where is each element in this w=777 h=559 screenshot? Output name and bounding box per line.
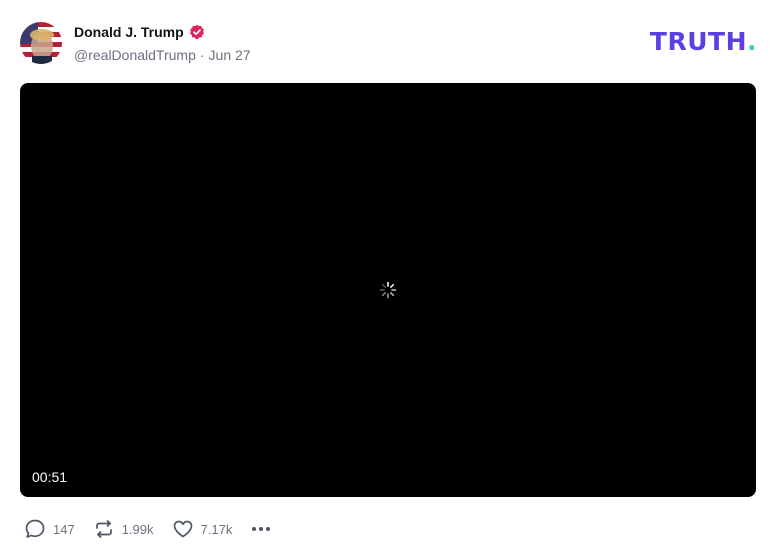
truth-logo[interactable]: TRUTH. xyxy=(650,29,757,55)
retruth-count: 1.99k xyxy=(121,521,154,537)
retruth-button[interactable]: 1.99k xyxy=(93,518,154,540)
logo-text: TRUTH xyxy=(649,27,747,56)
retruth-icon xyxy=(95,520,112,538)
reply-count: 147 xyxy=(53,521,75,537)
avatar[interactable] xyxy=(20,22,62,64)
meta-separator: · xyxy=(199,47,205,63)
verified-badge-icon xyxy=(189,24,205,40)
logo-dot: . xyxy=(747,27,757,56)
loading-spinner-icon xyxy=(379,281,397,299)
action-bar: 147 1.99k 7.17k xyxy=(24,516,272,542)
more-options-button[interactable] xyxy=(250,518,272,540)
post-meta: @realDonaldTrump · Jun 27 xyxy=(74,46,251,64)
video-duration: 00:51 xyxy=(32,469,68,485)
post-header: Donald J. Trump @realDonaldTrump · Jun 2… xyxy=(20,20,757,66)
like-icon xyxy=(173,520,192,538)
like-button[interactable]: 7.17k xyxy=(172,518,233,540)
video-player[interactable]: 00:51 xyxy=(20,83,756,497)
name-row: Donald J. Trump xyxy=(74,23,205,41)
handle[interactable]: @realDonaldTrump xyxy=(74,46,196,64)
reply-icon xyxy=(25,519,45,538)
reply-button[interactable]: 147 xyxy=(24,518,75,540)
post-date[interactable]: Jun 27 xyxy=(209,46,251,64)
more-icon xyxy=(252,527,271,531)
like-count: 7.17k xyxy=(200,521,233,537)
display-name[interactable]: Donald J. Trump xyxy=(74,23,184,41)
